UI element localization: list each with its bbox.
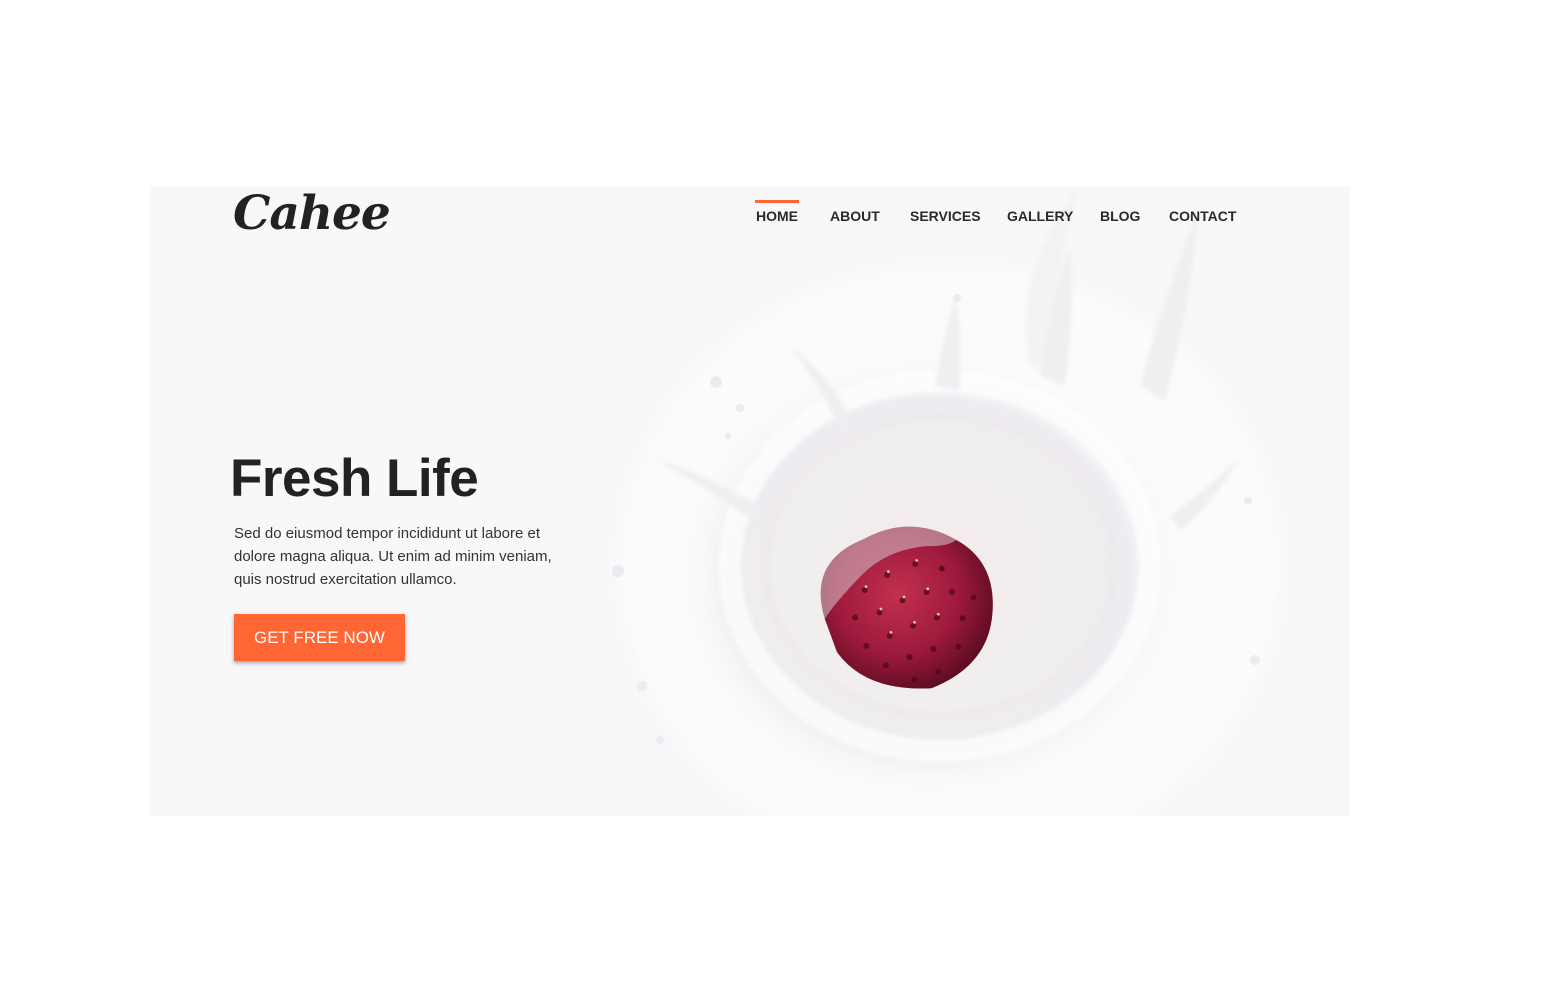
hero-section: Cahee HOME ABOUT SERVICES GALLERY BLOG C… — [150, 186, 1350, 816]
nav-item-gallery[interactable]: GALLERY — [1007, 200, 1073, 232]
nav-item-home[interactable]: HOME — [755, 200, 799, 232]
hero-title: Fresh Life — [230, 449, 479, 508]
nav-item-blog[interactable]: BLOG — [1100, 200, 1140, 232]
nav-item-contact[interactable]: CONTACT — [1169, 200, 1236, 232]
nav-item-services[interactable]: SERVICES — [910, 200, 981, 232]
nav-item-about[interactable]: ABOUT — [830, 200, 880, 232]
logo[interactable]: Cahee — [233, 186, 391, 241]
get-free-now-button[interactable]: GET FREE NOW — [234, 614, 405, 661]
hero-description: Sed do eiusmod tempor incididunt ut labo… — [234, 525, 552, 588]
